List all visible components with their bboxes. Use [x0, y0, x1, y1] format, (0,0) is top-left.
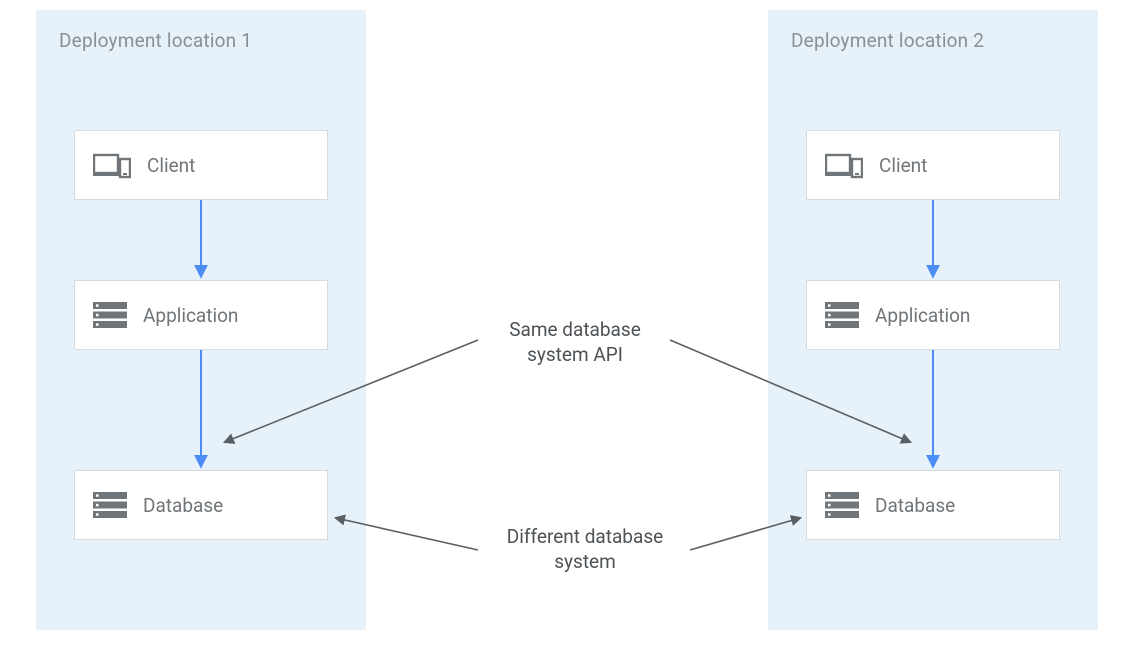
region-title-2: Deployment location 2: [791, 29, 1075, 52]
storage-bars-icon: [93, 492, 127, 518]
storage-bars-icon: [825, 492, 859, 518]
database-label-2: Database: [875, 494, 955, 517]
storage-bars-icon: [93, 302, 127, 328]
application-node-1: Application: [74, 280, 328, 350]
client-devices-icon: [825, 151, 863, 179]
client-label-2: Client: [879, 154, 927, 177]
client-label-1: Client: [147, 154, 195, 177]
client-node-1: Client: [74, 130, 328, 200]
different-db-annotation: Different database system: [480, 525, 690, 574]
storage-bars-icon: [825, 302, 859, 328]
client-node-2: Client: [806, 130, 1060, 200]
application-label-2: Application: [875, 304, 970, 327]
application-node-2: Application: [806, 280, 1060, 350]
application-label-1: Application: [143, 304, 238, 327]
region-title-1: Deployment location 1: [59, 29, 343, 52]
database-node-2: Database: [806, 470, 1060, 540]
database-label-1: Database: [143, 494, 223, 517]
same-api-annotation: Same database system API: [480, 318, 670, 367]
client-devices-icon: [93, 151, 131, 179]
database-node-1: Database: [74, 470, 328, 540]
